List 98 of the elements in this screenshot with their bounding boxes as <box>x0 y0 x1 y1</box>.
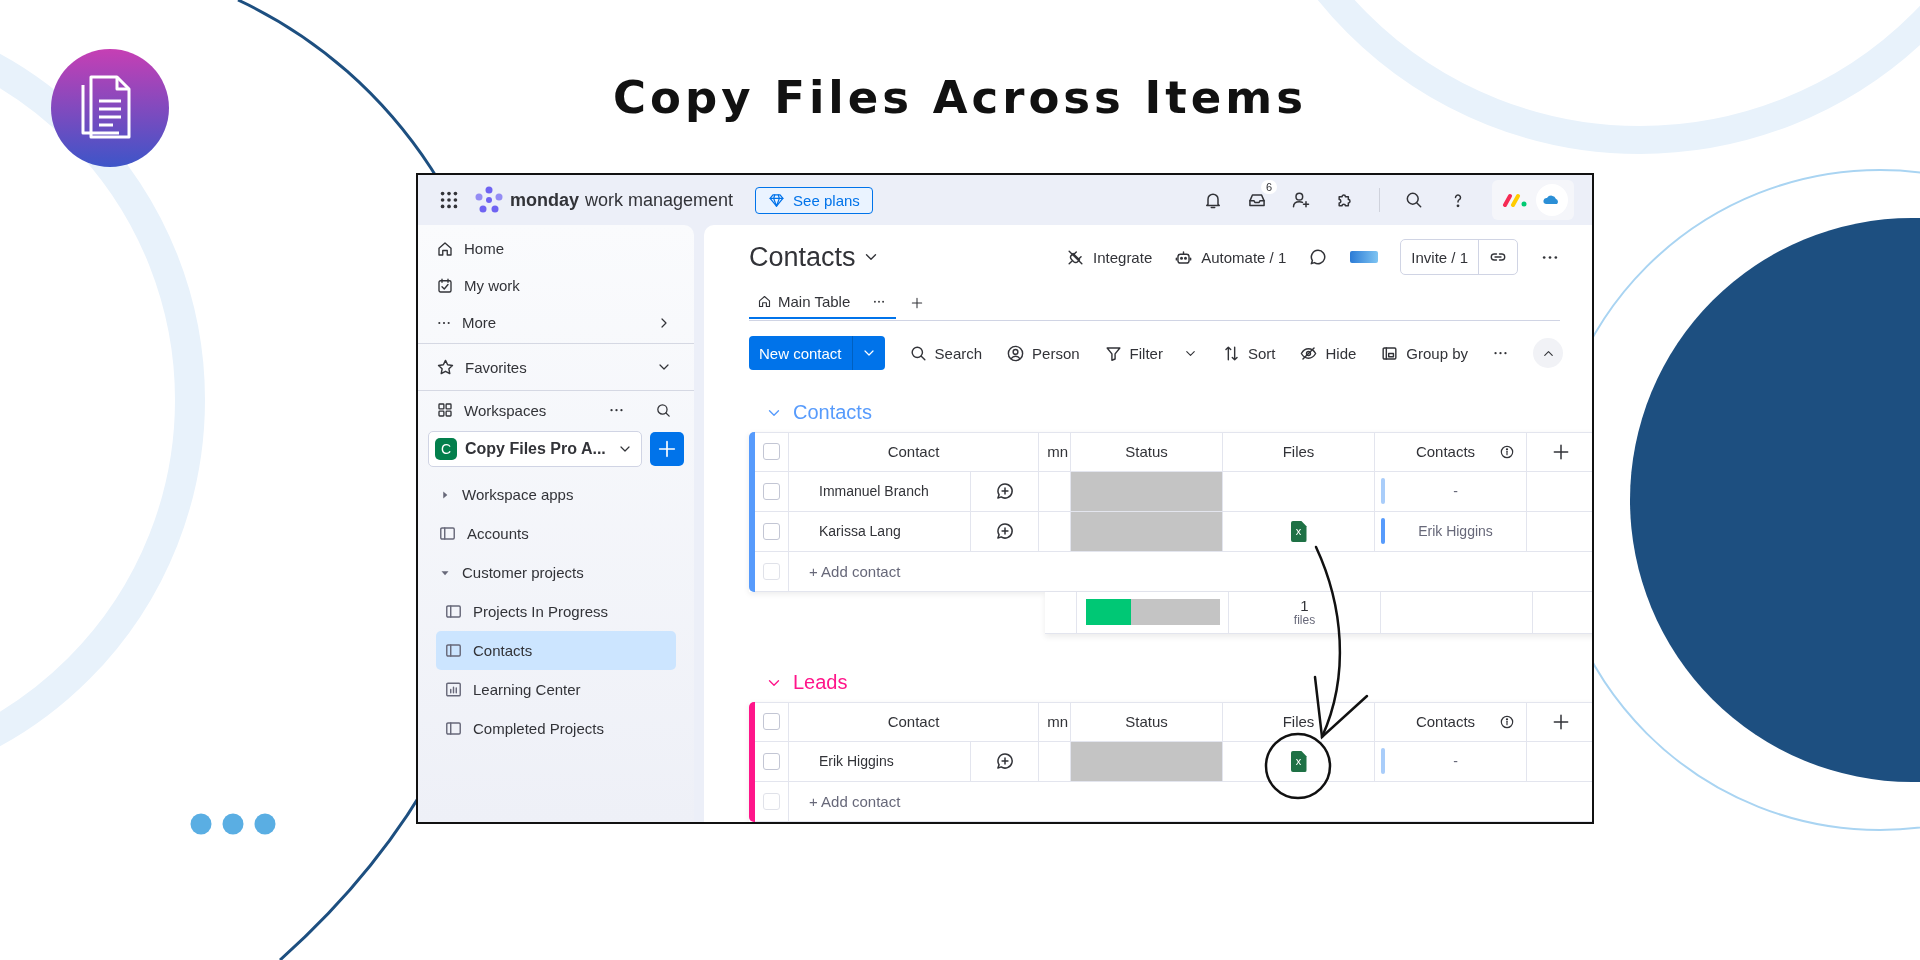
star-icon <box>436 357 455 377</box>
sidebar-item[interactable]: My work <box>418 267 694 304</box>
column-header: mn <box>1039 431 1071 472</box>
checkbox[interactable] <box>763 562 780 580</box>
toolbar-button[interactable]: Sort <box>1221 343 1276 363</box>
sidebar-item[interactable]: Learning Center <box>436 670 676 709</box>
board-action[interactable]: Automate / 1 <box>1174 247 1287 267</box>
contact-name[interactable]: Immanuel Branch <box>789 471 971 512</box>
stripes-logo-icon <box>1502 193 1528 207</box>
board-icon <box>444 602 463 621</box>
see-plans-button[interactable]: See plans <box>755 186 873 214</box>
status-cell[interactable] <box>1071 471 1222 511</box>
highlight-circle <box>1264 732 1332 800</box>
diamond-icon <box>768 191 786 209</box>
apps-grid-icon[interactable] <box>438 189 460 211</box>
workspace-select[interactable]: C Copy Files Pro A... <box>428 431 642 467</box>
toolbar-button[interactable]: Hide <box>1299 343 1357 363</box>
search-icon[interactable] <box>655 401 672 419</box>
column-header: Contacts <box>1415 443 1476 461</box>
column-header: Files <box>1223 431 1375 472</box>
info-icon <box>1499 443 1516 460</box>
contact-name[interactable]: Erik Higgins <box>789 742 971 782</box>
checkbox[interactable] <box>763 713 780 731</box>
checkbox[interactable] <box>763 522 780 540</box>
linked-contact: - <box>1452 753 1459 770</box>
dashboard-icon <box>444 680 463 699</box>
column-header: Status <box>1071 702 1223 742</box>
column-header: Contact <box>789 431 1039 472</box>
home-icon <box>757 294 772 310</box>
sidebar-item[interactable]: Projects In Progress <box>436 592 676 631</box>
checkbox[interactable] <box>763 793 780 810</box>
workspaces-label: Workspaces <box>464 401 548 419</box>
toolbar-button[interactable]: Group by <box>1380 343 1469 363</box>
contact-name[interactable]: Karissa Lang <box>789 511 971 552</box>
linked-contact: - <box>1452 483 1459 500</box>
document-icon <box>51 49 169 167</box>
column-header: Status <box>1071 431 1223 472</box>
group-title: Contacts <box>793 401 872 425</box>
calendar-check-icon <box>436 276 454 295</box>
add-update-icon[interactable] <box>994 521 1015 542</box>
more-icon[interactable] <box>1540 254 1560 260</box>
column-header: mn <box>1039 702 1071 742</box>
checkbox[interactable] <box>763 753 780 770</box>
spreadsheet-file-icon[interactable]: x <box>1290 751 1307 772</box>
sidebar-item[interactable]: Home <box>418 230 694 267</box>
more-icon[interactable] <box>608 407 625 413</box>
board-title: Contacts <box>749 241 856 273</box>
status-cell[interactable] <box>1071 742 1222 781</box>
status-cell[interactable] <box>1071 511 1222 551</box>
add-update-icon[interactable] <box>994 481 1015 502</box>
files-count: 1 files <box>1293 598 1316 627</box>
group-title: Leads <box>793 671 848 695</box>
column-header: Files <box>1223 702 1375 742</box>
sidebar-item[interactable]: Completed Projects <box>436 709 676 748</box>
add-person-icon[interactable] <box>1291 190 1311 210</box>
view-tab[interactable]: Main Table <box>749 286 897 320</box>
column-header: Contacts <box>1415 713 1476 731</box>
toolbar-button[interactable]: Person <box>1006 343 1080 363</box>
product-name: work management <box>585 189 734 211</box>
person-icon <box>1006 343 1026 363</box>
add-item-row[interactable]: + Add contact <box>789 551 1592 592</box>
linked-contact: Erik Higgins <box>1417 523 1494 540</box>
board-action[interactable]: Integrate <box>1066 247 1153 267</box>
more-icon <box>872 300 887 304</box>
three-dots-icon <box>189 812 277 836</box>
checkbox[interactable] <box>763 482 780 500</box>
add-update-icon[interactable] <box>994 751 1015 772</box>
board-icon <box>444 719 463 738</box>
flower-logo-icon <box>474 185 504 215</box>
toolbar-button[interactable]: Filter <box>1103 343 1198 363</box>
sidebar-item[interactable]: Contacts <box>436 631 676 670</box>
workspaces-icon <box>436 401 454 419</box>
brand-name: monday <box>510 189 579 211</box>
add-item-row[interactable]: + Add contact <box>789 782 1592 822</box>
board-icon <box>438 524 457 543</box>
new-contact-button[interactable]: New contact <box>749 336 885 371</box>
inbox-badge: 6 <box>1260 180 1277 194</box>
sidebar-item[interactable]: Workspace apps <box>418 475 676 514</box>
toolbar-button[interactable]: Search <box>908 343 983 363</box>
more-icon <box>436 320 452 325</box>
add-button[interactable] <box>650 432 684 466</box>
column-header: Contact <box>789 702 1039 742</box>
add-view-icon[interactable] <box>910 295 925 310</box>
sidebar-item[interactable]: Customer projects <box>418 553 676 592</box>
avatar-icon <box>1536 184 1568 216</box>
spreadsheet-file-icon[interactable]: x <box>1290 520 1307 542</box>
sidebar-item[interactable]: More <box>418 304 694 341</box>
checkbox[interactable] <box>763 443 780 461</box>
favorites-item[interactable]: Favorites <box>418 346 694 388</box>
sidebar-item[interactable]: Accounts <box>418 514 676 553</box>
search-icon <box>908 343 928 363</box>
board-icon <box>444 641 463 660</box>
search-icon[interactable] <box>1404 190 1424 210</box>
page-title: Copy Files Across Items <box>613 70 1307 126</box>
info-icon <box>1499 714 1516 730</box>
plus-icon <box>656 438 678 460</box>
account-menu[interactable] <box>1492 180 1574 220</box>
logo-image <box>1350 251 1379 264</box>
